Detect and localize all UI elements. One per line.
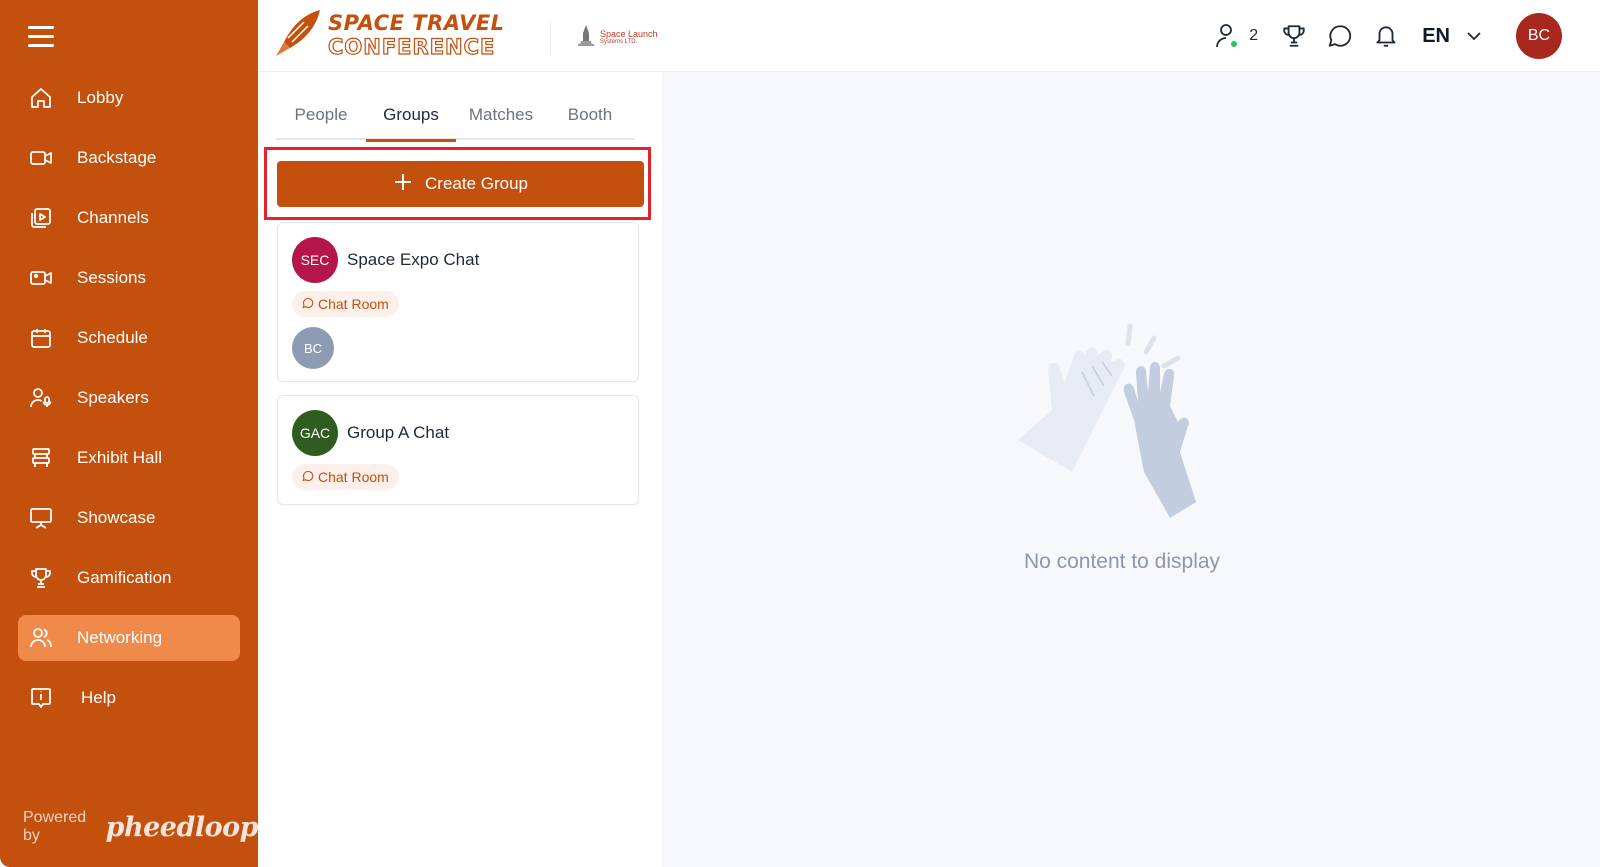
sidebar-item-label: Channels: [77, 208, 149, 227]
chat-room-label: Chat Room: [318, 296, 389, 312]
create-group-button[interactable]: Create Group: [277, 161, 644, 207]
sidebar-item-label: Backstage: [77, 148, 157, 167]
online-count: 2: [1249, 27, 1259, 44]
chat-bubble-icon: [302, 469, 314, 485]
bell-icon[interactable]: [1372, 22, 1400, 50]
sidebar-item-help[interactable]: Help: [18, 675, 240, 721]
high-five-icon: [1012, 322, 1212, 527]
sidebar-item-schedule[interactable]: Schedule: [18, 315, 240, 361]
video-camera-icon: [28, 265, 54, 291]
sidebar-item-label: Schedule: [77, 328, 148, 347]
chat-room-badge: Chat Room: [292, 291, 399, 317]
member-avatar[interactable]: BC: [292, 327, 334, 369]
plus-icon: [393, 172, 413, 197]
tab-booth[interactable]: Booth: [546, 90, 634, 140]
chat-room-label: Chat Room: [318, 469, 389, 485]
group-avatar: SEC: [292, 237, 338, 283]
people-icon: [28, 625, 54, 651]
create-group-label: Create Group: [425, 174, 528, 193]
booth-icon: [28, 445, 54, 471]
sidebar-item-showcase[interactable]: Showcase: [18, 495, 240, 541]
content-area: No content to display: [662, 72, 1600, 867]
user-avatar[interactable]: BC: [1516, 13, 1562, 59]
sidebar-item-label: Exhibit Hall: [77, 448, 163, 467]
sponsor-logo[interactable]: Space Launch Systems LTD.: [576, 24, 658, 51]
group-card[interactable]: SEC Space Expo Chat Chat Room BC: [277, 222, 639, 382]
presentation-icon: [28, 505, 54, 531]
brand-title-line1: SPACE TRAVEL: [328, 11, 505, 35]
powered-by[interactable]: Powered by pheedloop: [23, 809, 259, 845]
online-users-icon[interactable]: [1213, 22, 1241, 50]
group-avatar: GAC: [292, 410, 338, 456]
sidebar: Lobby Backstage Channels Sessions Schedu…: [0, 0, 259, 867]
pheedloop-logo: pheedloop: [105, 811, 259, 843]
powered-by-label: Powered by: [23, 809, 87, 844]
sidebar-item-label: Lobby: [77, 88, 124, 107]
rocket-launch-icon: [576, 24, 596, 51]
rocket-logo-icon: [274, 8, 322, 63]
language-selector[interactable]: EN: [1422, 25, 1450, 48]
info-chat-icon: [28, 685, 54, 711]
header-actions: 2 EN BC: [1213, 0, 1600, 72]
trophy-icon: [28, 565, 54, 591]
hamburger-menu-icon[interactable]: [28, 24, 54, 48]
trophy-icon[interactable]: [1280, 22, 1308, 50]
sidebar-item-channels[interactable]: Channels: [18, 195, 240, 241]
sidebar-item-label: Showcase: [77, 508, 156, 527]
chat-bubble-icon: [302, 296, 314, 312]
sidebar-item-gamification[interactable]: Gamification: [18, 555, 240, 601]
sidebar-item-sessions[interactable]: Sessions: [18, 255, 240, 301]
calendar-icon: [28, 325, 54, 351]
empty-state-message: No content to display: [1023, 550, 1221, 573]
brand-title-line2: CONFERENCE: [327, 35, 496, 59]
chat-icon[interactable]: [1326, 22, 1354, 50]
sidebar-item-label: Help: [81, 688, 116, 707]
sidebar-nav: Lobby Backstage Channels Sessions Schedu…: [18, 75, 240, 735]
home-icon: [28, 85, 54, 111]
sidebar-item-lobby[interactable]: Lobby: [18, 75, 240, 121]
sidebar-item-label: Networking: [77, 628, 163, 647]
sidebar-item-backstage[interactable]: Backstage: [18, 135, 240, 181]
networking-tabs: People Groups Matches Booth: [276, 90, 634, 142]
sponsor-sub: Systems LTD.: [600, 39, 638, 46]
sponsor-name: Space Launch: [600, 28, 658, 39]
sidebar-item-label: Sessions: [77, 268, 146, 287]
event-logo[interactable]: SPACE TRAVEL CONFERENCE: [274, 8, 505, 63]
speaker-mic-icon: [28, 385, 54, 411]
sidebar-item-label: Speakers: [77, 388, 149, 407]
sidebar-item-exhibit-hall[interactable]: Exhibit Hall: [18, 435, 240, 481]
top-bar: SPACE TRAVEL CONFERENCE Space Launch Sys…: [258, 0, 1600, 72]
networking-panel: People Groups Matches Booth Create Group…: [258, 72, 662, 867]
chevron-down-icon[interactable]: [1460, 22, 1488, 50]
play-library-icon: [28, 205, 54, 231]
chat-room-badge: Chat Room: [292, 464, 399, 490]
group-name: Space Expo Chat: [347, 250, 480, 269]
sidebar-item-label: Gamification: [77, 568, 172, 587]
sidebar-item-speakers[interactable]: Speakers: [18, 375, 240, 421]
video-camera-icon: [28, 145, 54, 171]
tab-matches[interactable]: Matches: [456, 90, 546, 140]
sidebar-item-networking[interactable]: Networking: [18, 615, 240, 661]
group-card[interactable]: GAC Group A Chat Chat Room: [277, 395, 639, 505]
tab-groups[interactable]: Groups: [366, 90, 456, 142]
divider: [550, 20, 551, 54]
group-name: Group A Chat: [347, 423, 450, 442]
tab-people[interactable]: People: [276, 90, 366, 140]
